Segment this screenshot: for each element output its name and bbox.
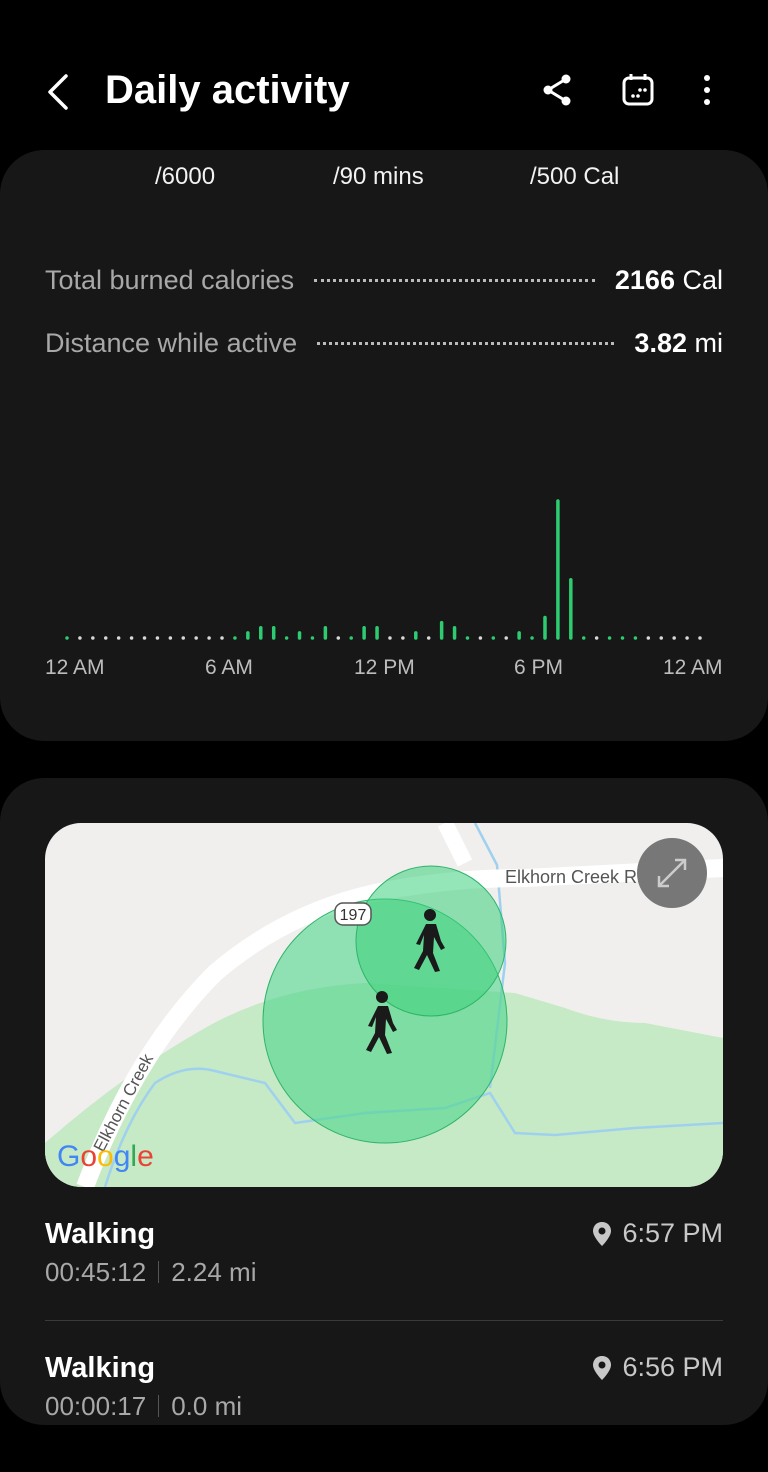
calories-goal: /500 Cal (530, 163, 620, 190)
activity-time: 6:56 PM (622, 1352, 723, 1382)
separator (158, 1261, 160, 1283)
activity-distance: 0.0 mi (171, 1391, 243, 1421)
route-badge: 197 (340, 907, 367, 924)
page-title: Daily activity (105, 68, 350, 112)
stat-unit: mi (694, 327, 724, 358)
divider (45, 1320, 723, 1321)
activity-chart (65, 499, 702, 640)
active-time-goal: /90 mins (333, 163, 424, 190)
stat-value: 2166 (614, 264, 675, 295)
stat-label: Distance while active (45, 327, 298, 358)
app-header: Daily activity (0, 0, 768, 150)
location-pin-icon (593, 1221, 612, 1246)
separator (158, 1395, 160, 1417)
location-pin-icon (593, 1355, 612, 1380)
share-icon[interactable] (537, 70, 577, 110)
dotted-leader (314, 278, 595, 282)
svg-text:Google: Google (57, 1140, 154, 1173)
activity-map[interactable]: 197 Elkhorn Creek R Elkhorn Creek Google (45, 823, 723, 1187)
map-graphic: 197 Elkhorn Creek R Elkhorn Creek Google (45, 823, 723, 1187)
calendar-icon[interactable] (618, 70, 658, 110)
google-logo: Google (57, 1140, 154, 1173)
expand-map-button[interactable] (637, 838, 707, 908)
x-tick-label: 12 AM (45, 656, 105, 679)
dotted-leader (317, 341, 615, 345)
total-burned-calories-row: Total burned calories 2166 Cal (45, 260, 723, 300)
x-tick-label: 12 AM (663, 656, 723, 679)
activity-summary-card (0, 150, 768, 741)
more-options-icon[interactable] (687, 70, 727, 110)
x-tick-label: 12 PM (354, 656, 415, 679)
activity-duration: 00:45:12 (45, 1257, 147, 1287)
back-icon[interactable] (42, 70, 78, 114)
activity-item[interactable]: Walking 00:45:12 2.24 mi 6:57 PM (45, 1218, 723, 1288)
distance-while-active-row: Distance while active 3.82 mi (45, 323, 723, 363)
road-label: Elkhorn Creek R (505, 867, 637, 887)
stat-label: Total burned calories (45, 264, 295, 295)
activity-duration: 00:00:17 (45, 1391, 147, 1421)
activity-item[interactable]: Walking 00:00:17 0.0 mi 6:56 PM (45, 1352, 723, 1422)
x-tick-label: 6 AM (205, 656, 253, 679)
activity-distance: 2.24 mi (171, 1257, 257, 1287)
x-tick-label: 6 PM (514, 656, 564, 679)
stat-unit: Cal (682, 264, 723, 295)
activity-time: 6:57 PM (622, 1218, 723, 1248)
steps-goal: /6000 (155, 163, 216, 190)
stat-value: 3.82 (634, 327, 687, 358)
